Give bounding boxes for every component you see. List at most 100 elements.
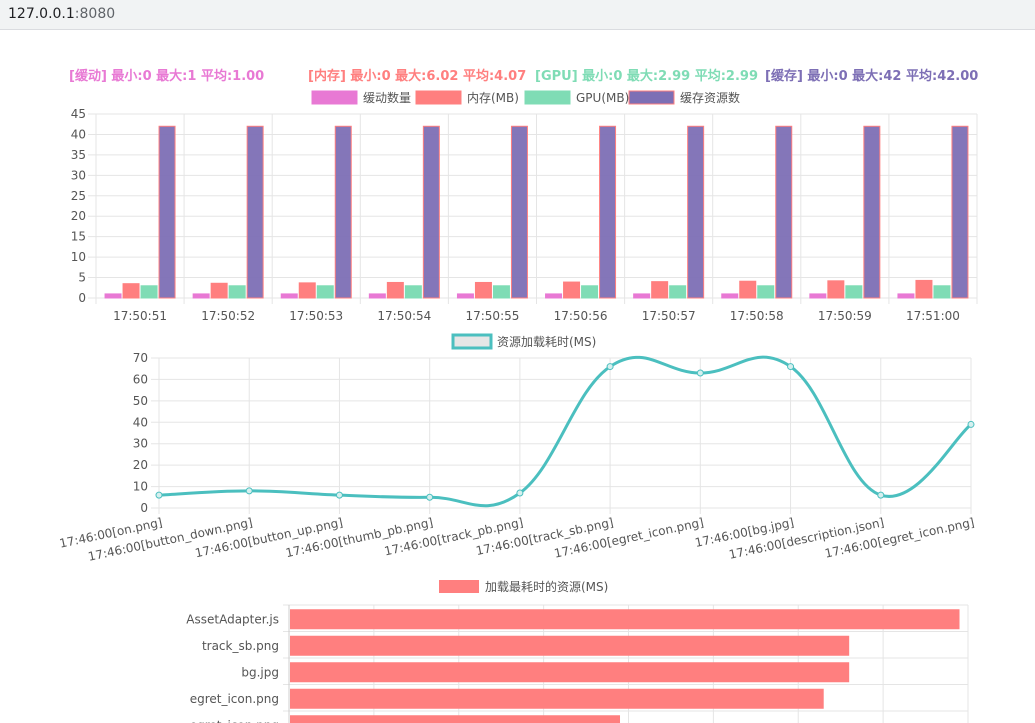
- bar: [563, 281, 581, 299]
- bar: [775, 125, 793, 299]
- y-tick-label: 0: [78, 291, 86, 305]
- bar: [845, 285, 863, 299]
- bar: [827, 280, 845, 299]
- slowest-resources-bar-chart: 加载最耗时的资源(MS) AssetAdapter.js track_sb.pngb…: [186, 579, 969, 723]
- bar: [280, 293, 298, 299]
- y-tick-label: track_sb.png: [202, 639, 279, 653]
- bar: [510, 125, 528, 299]
- address-host: 127.0.0.1: [8, 6, 75, 22]
- address-port: :8080: [74, 6, 116, 22]
- bar: [386, 281, 404, 299]
- y-tick-label: 70: [133, 351, 148, 365]
- stat-gpu: [GPU] 最小:0 最大:2.99 平均:2.99: [535, 69, 759, 84]
- y-tick-label: 60: [133, 372, 148, 386]
- data-point: [426, 493, 434, 501]
- bar: [897, 293, 915, 299]
- data-point: [245, 487, 253, 495]
- bar: [492, 285, 510, 299]
- bar: [298, 282, 316, 299]
- y-tick-label: bg.jpg: [241, 665, 279, 679]
- bar: [334, 125, 352, 299]
- x-tick-label: 17:50:56: [554, 309, 608, 323]
- y-tick-label: 20: [133, 458, 148, 472]
- y-tick-label: 50: [133, 394, 148, 408]
- bar: [158, 125, 176, 299]
- legend-swatch: [451, 333, 493, 350]
- y-tick-label: 15: [71, 230, 86, 244]
- bar: [757, 285, 775, 299]
- bar: [951, 125, 969, 299]
- legend-label: 内存(MB): [467, 91, 519, 105]
- y-tick-label: 40: [71, 127, 86, 141]
- data-point: [335, 491, 343, 499]
- legend-label: 加载最耗时的资源(MS): [485, 579, 608, 594]
- bar: [422, 125, 440, 299]
- bar: [290, 688, 824, 709]
- x-tick-label: 17:50:58: [730, 309, 784, 323]
- bar: [651, 281, 669, 299]
- bar: [809, 293, 827, 299]
- bar: [228, 285, 246, 299]
- y-tick-label: 35: [71, 148, 86, 162]
- y-tick-label: 30: [71, 168, 86, 182]
- stat-cache: [缓存] 最小:0 最大:42 平均:42.00: [765, 69, 979, 84]
- bar: [210, 282, 228, 299]
- y-tick-label: 5: [78, 271, 86, 285]
- x-tick-label: 17:50:52: [201, 309, 255, 323]
- bar: [104, 293, 122, 299]
- bar: [192, 293, 210, 299]
- y-tick-label: 45: [71, 107, 86, 121]
- bar: [915, 279, 933, 299]
- bar: [246, 125, 264, 299]
- address-bar[interactable]: 127.0.0.1:8080: [0, 0, 1035, 30]
- bar: [290, 715, 621, 723]
- y-tick-label: egret_icon.png: [190, 718, 279, 723]
- bar: [599, 125, 617, 299]
- bar: [721, 293, 739, 299]
- bar: [669, 285, 687, 299]
- bar: [581, 285, 599, 299]
- legend-swatch: [439, 580, 479, 593]
- address-url[interactable]: 127.0.0.1:8080: [8, 6, 115, 22]
- y-tick-label: 20: [71, 209, 86, 223]
- bar: [122, 283, 140, 299]
- bar: [687, 125, 705, 299]
- legend-label: 资源加载耗时(MS): [497, 335, 596, 349]
- bar: [474, 281, 492, 299]
- data-point: [516, 489, 524, 497]
- x-tick-label: 17:50:57: [642, 309, 696, 323]
- legend-swatch: [415, 90, 462, 105]
- x-tick-label: 17:51:00: [906, 309, 960, 323]
- bar: [739, 280, 757, 299]
- x-tick-label: 17:50:54: [377, 309, 431, 323]
- legend-label: 缓动数量: [363, 90, 411, 105]
- bar: [456, 293, 474, 299]
- bar: [545, 293, 563, 299]
- data-point: [606, 363, 614, 371]
- bar: [863, 125, 881, 299]
- data-point: [967, 420, 975, 428]
- legend-swatch: [311, 90, 358, 105]
- x-tick-label: 17:50:55: [465, 309, 519, 323]
- x-tick-label: 17:50:51: [113, 309, 167, 323]
- legend-swatch: [628, 90, 675, 105]
- bar: [933, 285, 951, 299]
- bar: [633, 293, 651, 299]
- y-tick-label: 10: [71, 250, 86, 264]
- stat-memory: [内存] 最小:0 最大:6.02 平均:4.07: [308, 69, 527, 84]
- legend-label: 缓存资源数: [680, 90, 740, 105]
- bar: [290, 635, 850, 656]
- stat-tween: [缓动] 最小:0 最大:1 平均:1.00: [69, 69, 265, 84]
- data-point: [877, 491, 885, 499]
- x-tick-label: 17:50:53: [289, 309, 343, 323]
- data-point: [155, 491, 163, 499]
- y-tick-label: AssetAdapter.js: [186, 612, 279, 626]
- y-tick-label: 25: [71, 189, 86, 203]
- y-tick-label: 10: [133, 480, 148, 494]
- bar: [316, 285, 334, 299]
- bar: [290, 662, 850, 683]
- stats-row: [缓动] 最小:0 最大:1 平均:1.00 [内存] 最小:0 最大:6.02…: [0, 65, 1035, 84]
- y-tick-label: 0: [140, 501, 148, 515]
- bar: [368, 293, 386, 299]
- bar: [140, 285, 158, 299]
